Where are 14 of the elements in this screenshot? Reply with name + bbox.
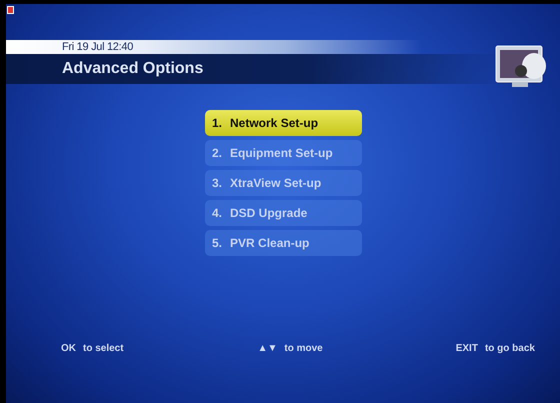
menu-item[interactable]: 4. DSD Upgrade — [205, 200, 362, 226]
key-label: EXIT — [456, 343, 478, 354]
menu-item[interactable]: 1. Network Set-up — [205, 110, 362, 136]
menu-item[interactable]: 2. Equipment Set-up — [205, 140, 362, 166]
key-label: ▲▼ — [258, 343, 278, 354]
hint-text: to move — [284, 343, 323, 354]
key-label: OK — [61, 343, 76, 354]
hint-text: to select — [83, 343, 124, 354]
page-title: Advanced Options — [62, 60, 204, 78]
hint-text: to go back — [484, 343, 535, 354]
menu-item[interactable]: 3. XtraView Set-up — [205, 170, 362, 196]
record-icon — [7, 6, 14, 14]
date-time: Fri 19 Jul 12:40 — [62, 41, 134, 53]
menu-item[interactable]: 5. PVR Clean-up — [205, 230, 362, 256]
